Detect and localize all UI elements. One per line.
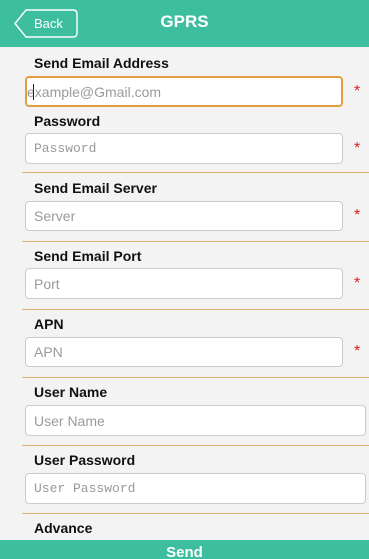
send-email-port-label: Send Email Port [34,248,142,264]
divider [22,241,369,242]
user-name-input[interactable] [25,405,366,436]
divider [22,377,369,378]
user-name-label: User Name [34,384,108,400]
apn-label: APN [34,316,64,332]
divider [22,513,369,514]
send-email-port-input[interactable] [25,268,343,299]
header-bar: Back GPRS [0,0,369,47]
required-mark-password: * [354,140,361,157]
send-button-label: Send [166,544,203,559]
required-mark-send-email-server: * [354,207,361,224]
apn-input[interactable] [25,337,343,367]
divider [22,445,369,446]
send-email-server-label: Send Email Server [34,180,157,196]
required-mark-send-email-port: * [354,275,361,292]
password-label: Password [34,113,101,129]
divider [22,309,369,310]
required-mark-send-email-address: * [354,83,361,100]
send-email-address-label: Send Email Address [34,55,169,71]
divider [22,172,369,173]
send-email-address-input[interactable] [25,76,343,107]
text-cursor [33,84,34,100]
send-email-server-input[interactable] [25,201,343,231]
user-password-input[interactable] [25,473,366,504]
user-password-label: User Password [34,452,136,468]
password-input[interactable] [25,133,343,164]
send-button[interactable]: Send [0,540,369,559]
required-mark-apn: * [354,343,361,360]
advance-section-label[interactable]: Advance [34,520,92,536]
page-title: GPRS [160,12,209,31]
